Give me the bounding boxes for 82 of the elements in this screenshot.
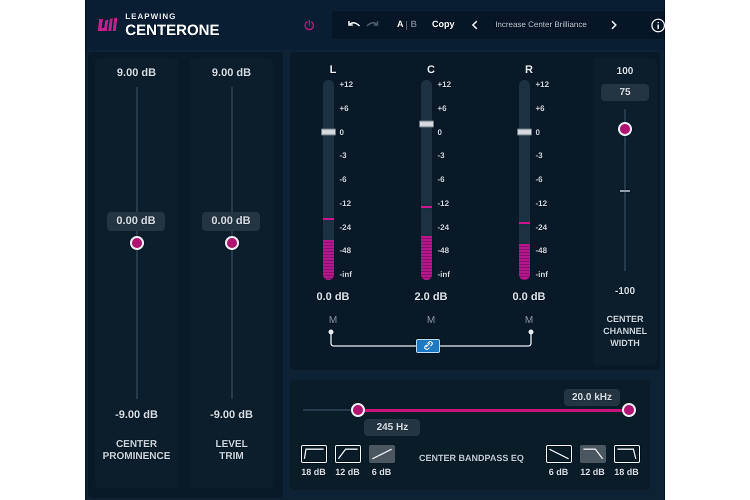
preset-name[interactable]: Increase Center Brilliance [495,19,599,31]
scale-label: +6 [536,104,546,114]
scale-label: -12 [536,198,548,209]
channel-gain: 0.0 dB [512,290,546,305]
scale-label: +12 [536,80,550,90]
slope-button[interactable] [580,445,606,463]
slider-title: CENTER PROMINENCE [102,439,170,463]
mute-button[interactable]: M [424,312,438,328]
slider-thumb[interactable] [351,403,366,417]
link-icon [424,341,432,350]
scale-label: 0 [536,128,541,138]
scale-label: -6 [438,175,446,185]
ab-toggle[interactable]: B [410,18,417,32]
mute-button[interactable]: M [522,312,536,328]
scale-label: -3 [536,151,544,162]
scale-label: +12 [340,80,354,90]
scale-label: -48 [340,246,352,256]
channel-label: C [427,63,435,78]
fader-handle[interactable] [418,120,434,128]
slider-thumb[interactable] [130,236,144,250]
slider-thumb[interactable] [618,122,632,136]
slider-thumb[interactable] [622,403,636,417]
channel-gain: 2.0 dB [414,290,448,305]
max-label: 9.00 dB [116,66,156,81]
scale-label: -12 [438,198,450,209]
slope-label: 12 dB [335,466,360,479]
chevron-right-icon[interactable] [610,20,618,30]
fader-handle[interactable] [516,128,532,136]
scale-label: -3 [340,151,348,162]
scale-label: +6 [340,104,350,114]
link-button[interactable] [416,338,440,352]
ab-toggle[interactable]: A [396,18,404,32]
scale-label: -inf [340,270,353,280]
meter-track[interactable] [322,80,334,280]
meter-track[interactable] [518,80,530,280]
scale-label: -12 [340,198,352,209]
slider-title: LEVEL TRIM [215,439,248,463]
scale-label: -6 [536,175,544,185]
value-readout: 20.0 kHz [564,389,620,406]
eq-title: CENTER BANDPASS EQ [419,452,524,465]
min-label: -9.00 dB [210,408,253,422]
scale-label: -24 [536,222,548,232]
value-readout: 0.00 dB [107,212,165,230]
min-label: -9.00 dB [115,408,158,422]
slope-label: 18 dB [614,466,639,479]
meter-track[interactable] [420,80,432,280]
scale-label: -24 [438,222,450,232]
slope-label: 6 dB [372,466,392,479]
scale-label: -inf [536,270,549,280]
fader-handle[interactable] [320,128,336,136]
scale-label: +12 [438,80,452,90]
max-label: 9.00 dB [212,66,252,81]
scale-label: -48 [536,246,548,256]
min-label: -100 [614,285,635,299]
slope-label: 18 dB [301,466,326,479]
slider-title: CENTER CHANNEL WIDTH [603,313,647,349]
slope-label: 12 dB [580,466,605,479]
chevron-left-icon[interactable] [471,20,478,30]
scale-label: -48 [438,246,450,256]
scale-label: +6 [438,104,448,114]
slope-label: 6 dB [548,466,568,479]
value-readout: 245 Hz [364,419,420,436]
copy-button[interactable]: Copy [432,18,454,32]
scale-label: -3 [438,151,446,162]
brand-subtitle: LEAPWING [125,12,178,22]
scale-label: 0 [438,128,443,138]
scale-label: -24 [340,222,352,232]
value-readout: 0.00 dB [202,212,260,230]
channel-gain: 0.0 dB [316,290,350,305]
channel-label: R [525,63,533,78]
max-label: 100 [616,65,634,79]
brand-name: CENTERONE [125,22,220,38]
mute-button[interactable]: M [326,312,340,328]
slider-thumb[interactable] [225,236,239,250]
scale-label: -inf [438,270,451,280]
info-icon[interactable] [650,18,665,32]
channel-label: L [330,63,336,78]
scale-label: 0 [340,128,345,138]
power-icon[interactable] [304,18,315,32]
value-readout: 75 [601,84,649,101]
scale-label: -6 [340,175,348,185]
slope-button[interactable] [368,445,394,463]
